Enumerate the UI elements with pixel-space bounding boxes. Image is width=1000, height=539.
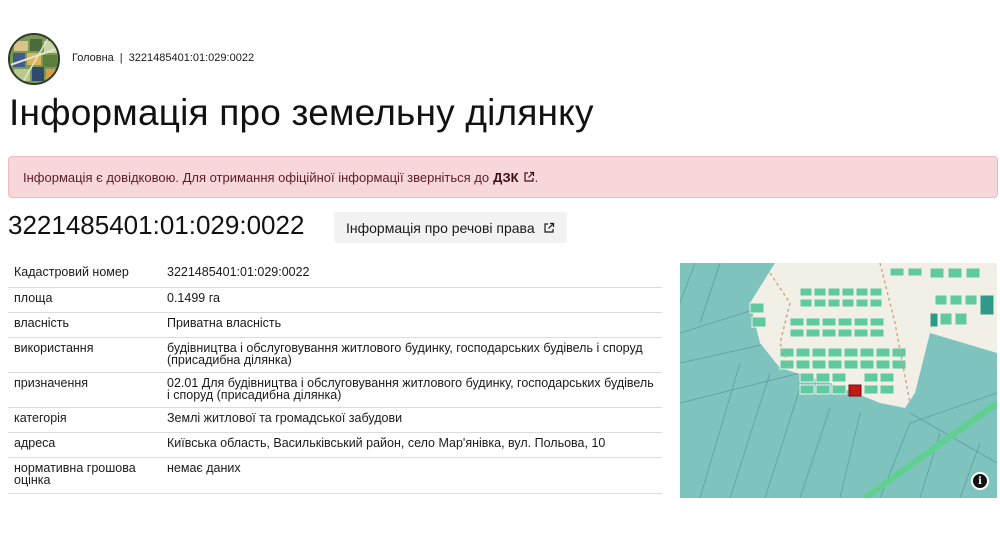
page-title: Інформація про земельну ділянку <box>9 92 594 133</box>
row-value: 3221485401:01:029:0022 <box>161 262 662 288</box>
row-key: площа <box>8 287 161 313</box>
external-link-icon <box>544 222 554 233</box>
property-rights-label: Інформація про речові права <box>346 219 535 236</box>
row-key: використання <box>8 337 161 373</box>
table-row: нормативна грошова оцінка немає даних <box>8 457 662 494</box>
breadcrumb: Головна | 3221485401:01:029:0022 <box>72 52 254 64</box>
row-key: адреса <box>8 432 161 458</box>
table-row: площа 0.1499 га <box>8 287 662 313</box>
row-value: немає даних <box>161 457 662 494</box>
selected-parcel[interactable] <box>848 384 862 397</box>
row-key: Кадастровий номер <box>8 262 161 288</box>
row-key: власність <box>8 312 161 338</box>
row-value: 02.01 Для будівництва і обслуговування ж… <box>161 372 662 408</box>
cadastral-map[interactable]: i <box>680 263 997 498</box>
dzk-link-label: ДЗК <box>493 169 519 185</box>
map-canvas <box>680 263 997 498</box>
breadcrumb-current: 3221485401:01:029:0022 <box>128 52 255 64</box>
row-key: категорія <box>8 407 161 433</box>
logo[interactable] <box>8 33 60 85</box>
cadastral-number-heading: 3221485401:01:029:0022 <box>8 210 305 240</box>
table-row: власність Приватна власність <box>8 312 662 338</box>
table-row: призначення 02.01 Для будівництва і обсл… <box>8 372 662 408</box>
row-key: призначення <box>8 372 161 408</box>
info-notice: Інформація є довідковою. Для отримання о… <box>8 156 998 198</box>
parcel-info-table: Кадастровий номер 3221485401:01:029:0022… <box>8 262 662 494</box>
table-row: Кадастровий номер 3221485401:01:029:0022 <box>8 262 662 288</box>
row-value: будівництва і обслуговування житлового б… <box>161 337 662 373</box>
table-row: використання будівництва і обслуговуванн… <box>8 337 662 373</box>
table-row: категорія Землі житлової та громадської … <box>8 407 662 433</box>
row-key: нормативна грошова оцінка <box>8 457 161 494</box>
property-rights-button[interactable]: Інформація про речові права <box>334 212 567 243</box>
row-value: Київська область, Васильківський район, … <box>161 432 662 458</box>
table-row: адреса Київська область, Васильківський … <box>8 432 662 458</box>
notice-suffix: . <box>534 169 539 185</box>
row-value: Землі житлової та громадської забудови <box>161 407 662 433</box>
breadcrumb-home-link[interactable]: Головна <box>72 52 114 64</box>
info-icon: i <box>973 474 987 488</box>
row-value: Приватна власність <box>161 312 662 338</box>
notice-text: Інформація є довідковою. Для отримання о… <box>23 169 490 185</box>
row-value: 0.1499 га <box>161 287 662 313</box>
breadcrumb-separator: | <box>119 52 123 64</box>
external-link-icon <box>524 171 534 182</box>
dzk-link[interactable]: ДЗК <box>493 170 535 185</box>
map-info-button[interactable]: i <box>971 472 989 490</box>
